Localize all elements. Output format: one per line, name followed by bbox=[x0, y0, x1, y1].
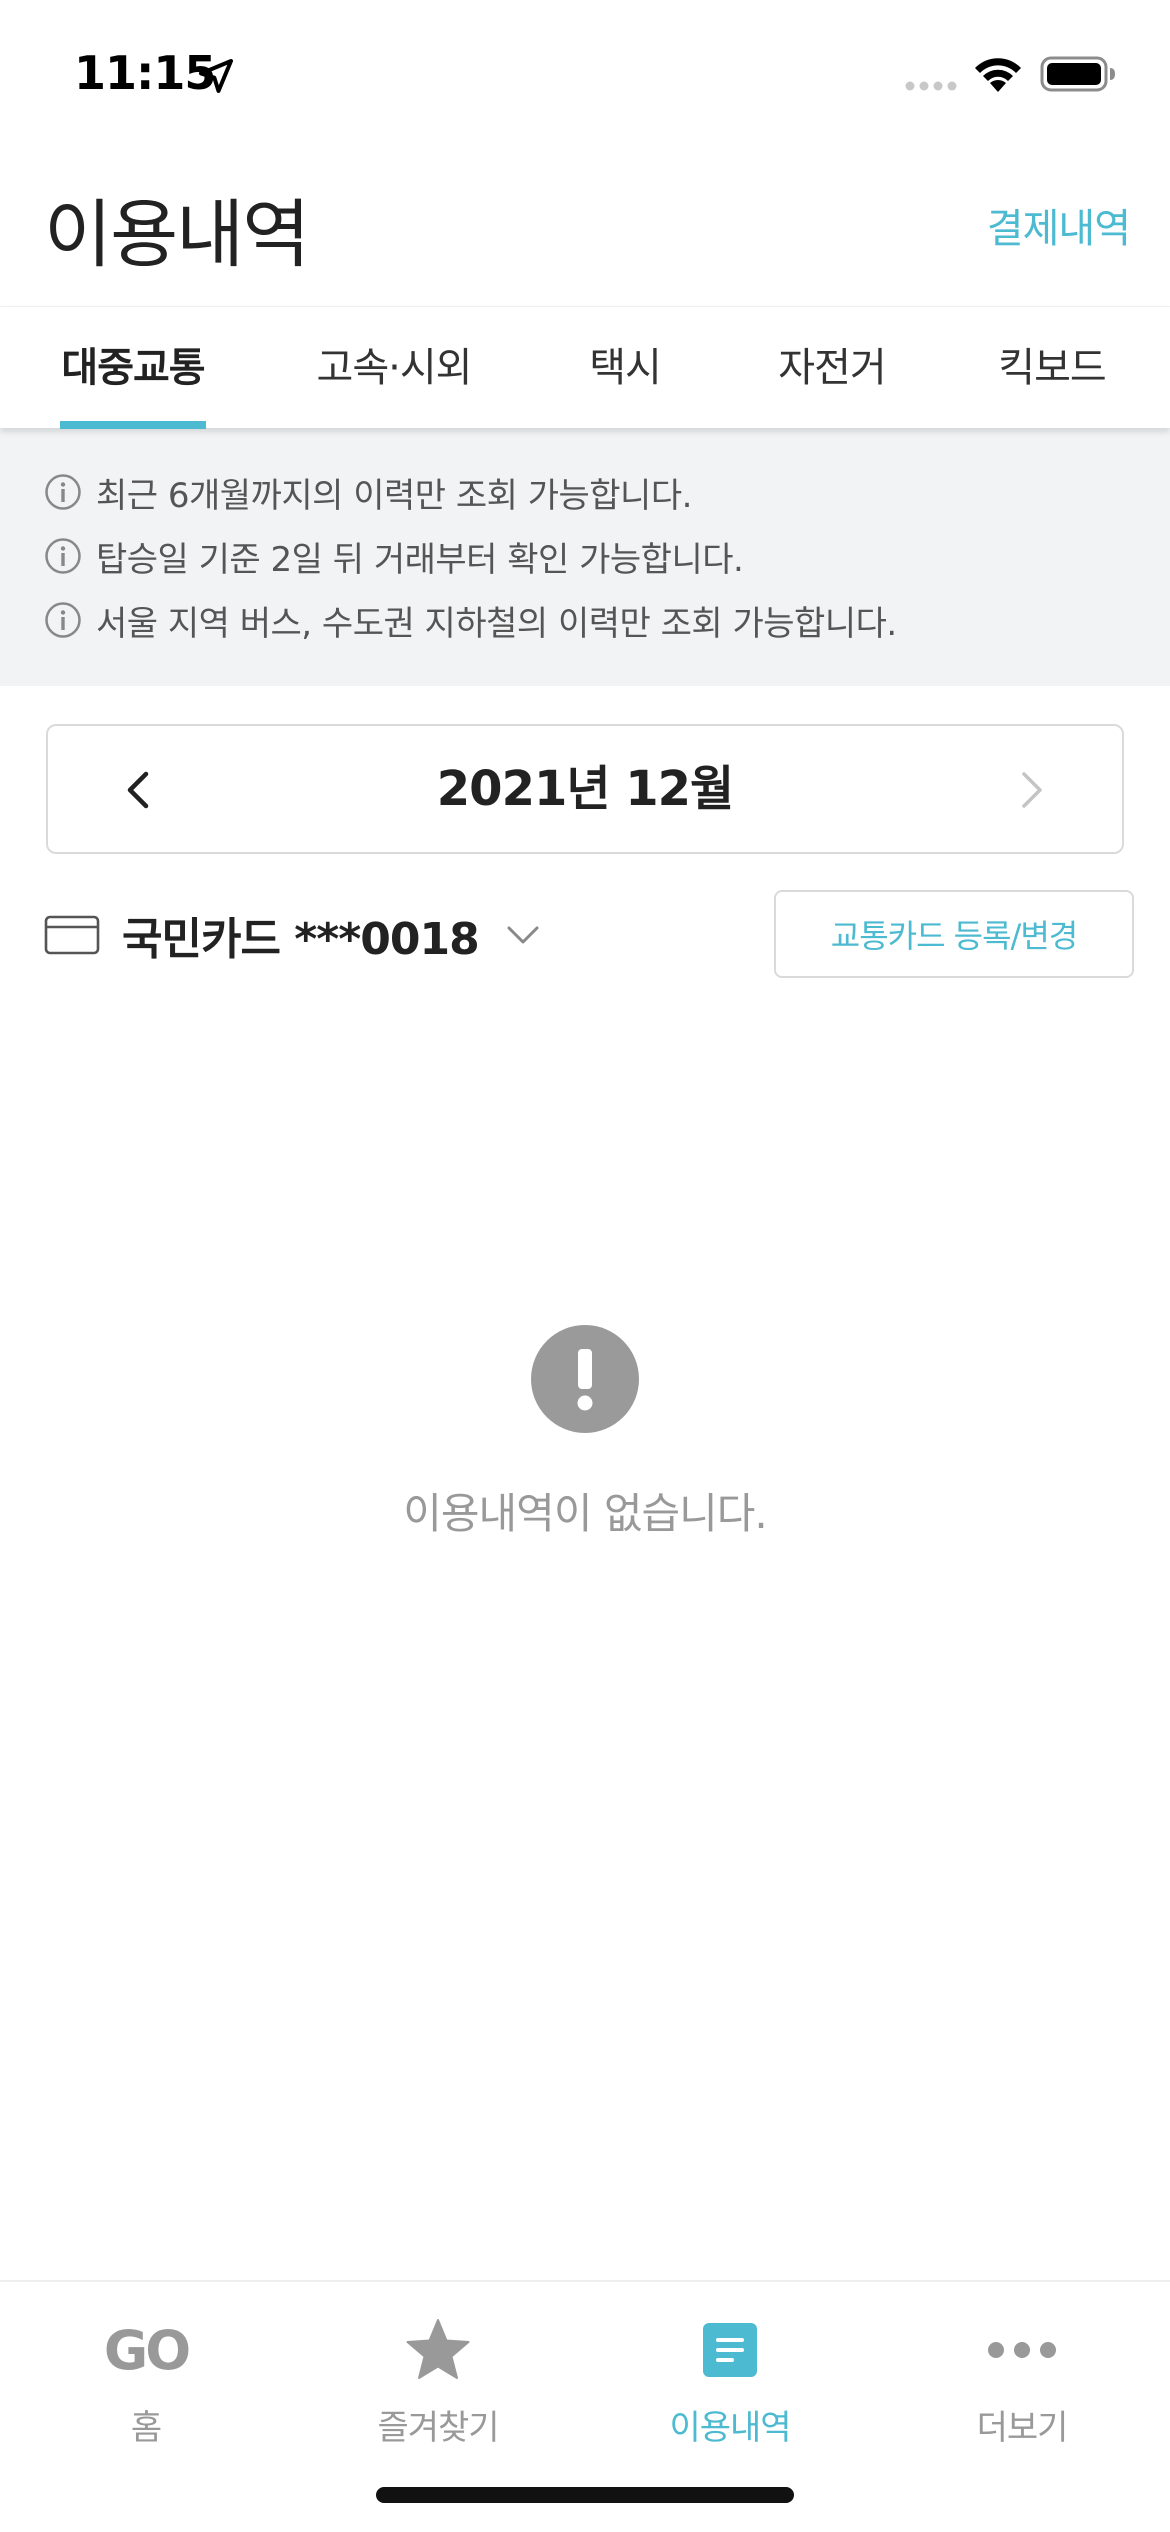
nav-item-history[interactable]: 이용내역 bbox=[584, 2282, 876, 2482]
go-logo-icon: GO bbox=[103, 2318, 191, 2382]
tab-public-transit[interactable]: 대중교통 bbox=[40, 307, 226, 429]
notice-text: 탑승일 기준 2일 뒤 거래부터 확인 가능합니다. bbox=[96, 539, 744, 580]
empty-state-message: 이용내역이 없습니다. bbox=[403, 1489, 767, 1538]
nav-item-home[interactable]: GO 홈 bbox=[0, 2282, 292, 2482]
exclamation-icon bbox=[531, 1325, 639, 1433]
status-bar: 11:15 bbox=[0, 0, 1170, 150]
month-label: 2021년 12월 bbox=[436, 761, 734, 817]
chevron-down-icon bbox=[507, 926, 539, 944]
tab-kickboard[interactable]: 킥보드 bbox=[976, 307, 1128, 429]
nav-label: 홈 bbox=[130, 2408, 162, 2448]
info-icon bbox=[45, 602, 81, 638]
info-icon bbox=[45, 474, 81, 510]
notice-item: 서울 지역 버스, 수도권 지하철의 이력만 조회 가능합니다. bbox=[44, 598, 897, 644]
info-icon bbox=[45, 538, 81, 574]
wifi-icon bbox=[975, 58, 1021, 92]
nav-item-favorites[interactable]: 즐겨찾기 bbox=[292, 2282, 584, 2482]
nav-label: 이용내역 bbox=[669, 2408, 791, 2448]
chevron-right-icon[interactable] bbox=[1002, 762, 1058, 818]
tab-bicycle[interactable]: 자전거 bbox=[756, 307, 908, 429]
tab-express-intercity[interactable]: 고속·시외 bbox=[296, 307, 492, 429]
register-transit-card-button[interactable]: 교통카드 등록/변경 bbox=[774, 890, 1134, 978]
card-name: 국민카드 ***0018 bbox=[122, 914, 480, 965]
nav-label: 더보기 bbox=[976, 2408, 1069, 2448]
location-arrow-icon bbox=[199, 59, 233, 93]
nav-item-more[interactable]: 더보기 bbox=[876, 2282, 1168, 2482]
notice-panel: 최근 6개월까지의 이력만 조회 가능합니다. 탑승일 기준 2일 뒤 거래부터… bbox=[0, 428, 1170, 686]
notice-item: 최근 6개월까지의 이력만 조회 가능합니다. bbox=[44, 470, 692, 516]
category-tab-bar: 대중교통 고속·시외 택시 자전거 킥보드 bbox=[0, 306, 1170, 429]
nav-label: 즐겨찾기 bbox=[377, 2408, 499, 2448]
active-tab-indicator bbox=[60, 421, 206, 429]
more-icon bbox=[988, 2342, 1056, 2358]
notice-text: 서울 지역 버스, 수도권 지하철의 이력만 조회 가능합니다. bbox=[96, 603, 897, 644]
card-selector[interactable]: 국민카드 ***0018 bbox=[44, 900, 541, 970]
notice-item: 탑승일 기준 2일 뒤 거래부터 확인 가능합니다. bbox=[44, 534, 744, 580]
tab-taxi[interactable]: 택시 bbox=[560, 307, 690, 429]
status-time: 11:15 bbox=[74, 46, 216, 100]
cellular-signal-icon bbox=[905, 81, 957, 91]
month-selector: 2021년 12월 bbox=[46, 724, 1124, 854]
star-icon bbox=[406, 2319, 470, 2379]
home-indicator[interactable] bbox=[376, 2487, 794, 2503]
payment-history-link[interactable]: 결제내역 bbox=[987, 196, 1131, 254]
notice-text: 최근 6개월까지의 이력만 조회 가능합니다. bbox=[96, 475, 692, 516]
credit-card-icon bbox=[44, 915, 100, 955]
document-icon bbox=[703, 2323, 757, 2377]
battery-icon bbox=[1040, 56, 1115, 92]
page-title: 이용내역 bbox=[44, 192, 310, 278]
